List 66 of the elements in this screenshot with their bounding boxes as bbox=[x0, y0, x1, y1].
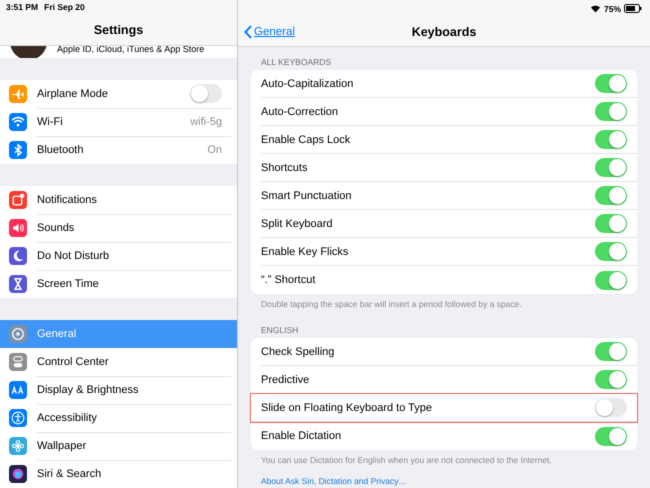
toggle-switch[interactable] bbox=[595, 186, 627, 205]
switches-icon bbox=[9, 353, 27, 371]
setting-label: Enable Caps Lock bbox=[261, 134, 352, 146]
status-time: 3:51 PM bbox=[6, 2, 38, 14]
section-header: ENGLISH bbox=[260, 324, 300, 337]
chevron-left-icon bbox=[244, 24, 252, 38]
sidebar-title: Settings bbox=[92, 22, 144, 39]
item-label: Sounds bbox=[37, 222, 76, 234]
airplane-icon bbox=[9, 85, 27, 103]
toggle-switch[interactable] bbox=[595, 214, 627, 233]
item-label: Wi-Fi bbox=[37, 116, 64, 128]
toggle-switch[interactable] bbox=[595, 398, 627, 417]
battery-icon bbox=[624, 4, 642, 13]
page-title: Keyboards bbox=[412, 24, 476, 38]
setting-label: Enable Dictation bbox=[261, 430, 342, 442]
item-label: Display & Brightness bbox=[37, 384, 140, 396]
bluetooth-icon bbox=[9, 141, 27, 159]
battery-percent: 75% bbox=[604, 4, 621, 14]
toggle-switch[interactable] bbox=[595, 342, 627, 361]
setting-label: Shortcuts bbox=[261, 162, 308, 174]
orb-icon bbox=[9, 465, 27, 483]
item-value: wifi-5g bbox=[190, 116, 222, 128]
section-footer: Double tapping the space bar will insert a period followed by a space. bbox=[238, 294, 650, 315]
status-date: Fri Sep 20 bbox=[44, 2, 85, 14]
toggle-switch[interactable] bbox=[190, 84, 222, 103]
setting-label: Slide on Floating Keyboard to Type bbox=[261, 402, 434, 414]
flower-icon bbox=[9, 437, 27, 455]
privacy-link[interactable]: About Ask Siri, Dictation and Privacy… bbox=[238, 471, 650, 488]
toggle-switch[interactable] bbox=[595, 370, 627, 389]
speaker-icon bbox=[9, 219, 27, 237]
item-label: Airplane Mode bbox=[37, 88, 109, 100]
setting-label: Enable Key Flicks bbox=[261, 246, 350, 258]
toggle-switch[interactable] bbox=[595, 426, 627, 446]
item-label: Notifications bbox=[37, 194, 98, 206]
wifi-icon bbox=[9, 113, 27, 131]
setting-label: “.” Shortcut bbox=[261, 274, 316, 286]
setting-label: Split Keyboard bbox=[261, 218, 334, 230]
toggle-switch[interactable] bbox=[595, 270, 627, 290]
toggle-switch[interactable] bbox=[595, 102, 627, 121]
wifi-icon bbox=[590, 4, 601, 13]
setting-label: Auto-Correction bbox=[261, 106, 340, 118]
setting-label: Predictive bbox=[261, 374, 310, 386]
item-value: On bbox=[207, 144, 222, 156]
back-button[interactable]: General bbox=[238, 24, 295, 38]
toggle-switch[interactable] bbox=[595, 158, 627, 177]
accessibility-icon bbox=[9, 409, 27, 427]
item-label: Bluetooth bbox=[37, 144, 84, 156]
setting-label: Auto-Capitalization bbox=[261, 78, 354, 90]
item-label: Do Not Disturb bbox=[37, 250, 110, 262]
item-label: Accessibility bbox=[37, 412, 98, 424]
toggle-switch[interactable] bbox=[595, 130, 627, 149]
toggle-switch[interactable] bbox=[595, 242, 627, 261]
notifications-icon bbox=[9, 191, 27, 209]
hourglass-icon bbox=[9, 275, 27, 293]
setting-label: Smart Punctuation bbox=[261, 190, 352, 202]
moon-icon bbox=[9, 247, 27, 265]
text-size-icon bbox=[9, 381, 27, 399]
item-label: Siri & Search bbox=[37, 468, 102, 480]
section-header: ALL KEYBOARDS bbox=[260, 56, 332, 69]
item-label: Wallpaper bbox=[37, 440, 88, 452]
item-label: General bbox=[37, 328, 78, 340]
setting-label: Check Spelling bbox=[261, 346, 336, 358]
section-footer: You can use Dictation for English when you are not connected to the Internet. bbox=[238, 450, 650, 471]
item-label: Screen Time bbox=[37, 278, 100, 290]
item-label: Control Center bbox=[37, 356, 110, 368]
toggle-switch[interactable] bbox=[595, 74, 627, 93]
